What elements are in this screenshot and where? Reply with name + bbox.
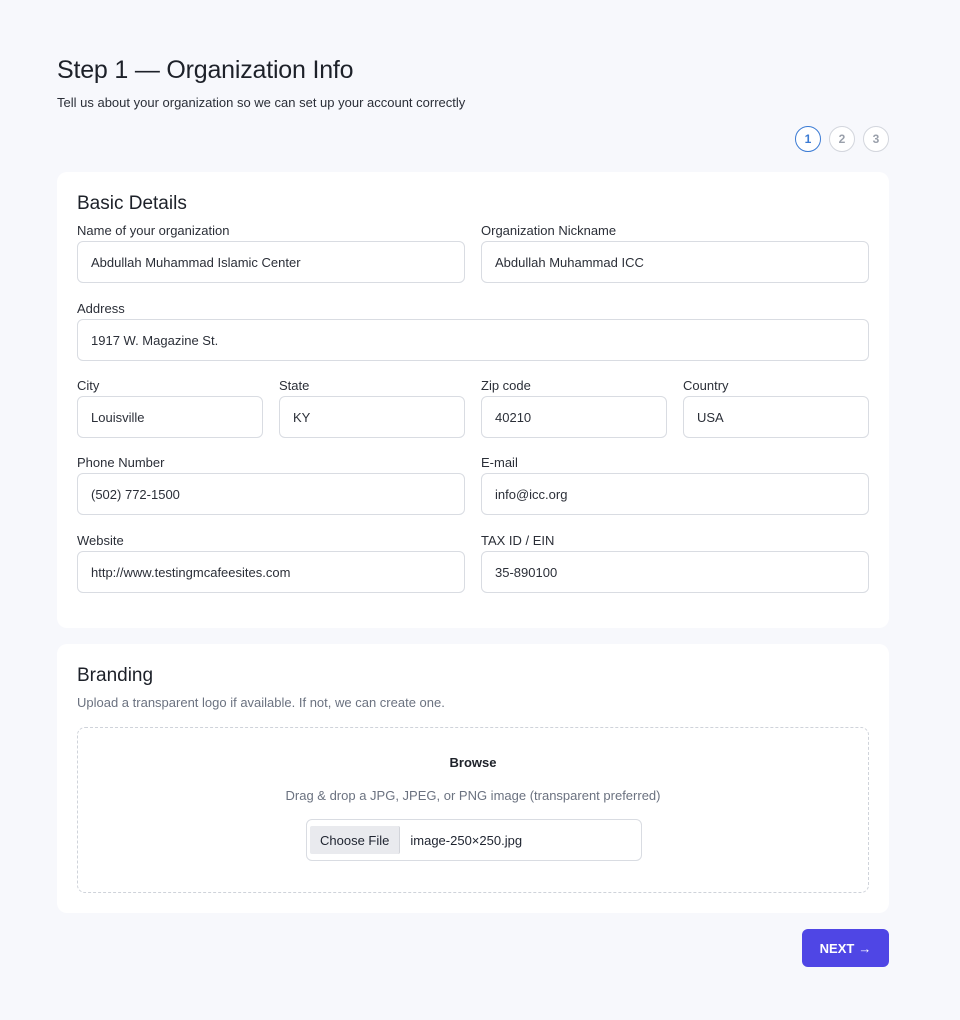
address-field: Address [77,301,869,361]
step-2-indicator[interactable]: 2 [829,126,855,152]
tax-id-label: TAX ID / EIN [481,533,555,548]
city-field: City [77,378,263,438]
org-name-field: Name of your organization [77,223,465,283]
next-button[interactable]: NEXT → [802,929,889,967]
email-label: E-mail [481,455,518,470]
city-label: City [77,378,100,393]
logo-dropzone[interactable]: Browse Drag & drop a JPG, JPEG, or PNG i… [77,727,869,893]
state-label: State [279,378,310,393]
website-label: Website [77,533,124,548]
email-field: E-mail [481,455,869,515]
country-field: Country [683,378,869,438]
branding-description: Upload a transparent logo if available. … [77,695,445,710]
step-1-indicator[interactable]: 1 [795,126,821,152]
drop-hint: Drag & drop a JPG, JPEG, or PNG image (t… [285,788,661,803]
zip-label: Zip code [481,378,531,393]
choose-file-button[interactable]: Choose File [310,826,401,854]
page-title: Step 1 — Organization Info [57,56,354,84]
phone-field: Phone Number [77,455,465,515]
state-input[interactable] [279,396,465,438]
state-field: State [279,378,465,438]
logo-file-input[interactable]: Choose File image-250×250.jpg [306,819,642,861]
address-label: Address [77,301,125,316]
zip-input[interactable] [481,396,667,438]
city-input[interactable] [77,396,263,438]
step-3-indicator[interactable]: 3 [863,126,889,152]
nickname-input[interactable] [481,241,869,283]
branding-card: Branding Upload a transparent logo if av… [57,644,889,913]
tax-id-field: TAX ID / EIN [481,533,869,593]
page: Step 1 — Organization Info Tell us about… [0,0,960,1020]
country-label: Country [683,378,729,393]
org-name-input[interactable] [77,241,465,283]
next-button-label: NEXT [819,940,855,956]
email-input[interactable] [481,473,869,515]
tax-id-input[interactable] [481,551,869,593]
country-input[interactable] [683,396,869,438]
nickname-label: Organization Nickname [481,223,617,238]
website-input[interactable] [77,551,465,593]
page-subtitle: Tell us about your organization so we ca… [57,95,466,110]
nickname-field: Organization Nickname [481,223,869,283]
stepper: 1 2 3 [795,126,889,152]
branding-title: Branding [77,665,154,686]
phone-label: Phone Number [77,455,165,470]
website-field: Website [77,533,465,593]
basic-details-card: Basic Details Name of your organization … [57,172,889,628]
org-name-label: Name of your organization [77,223,230,238]
address-input[interactable] [77,319,869,361]
selected-file-name: image-250×250.jpg [410,832,523,848]
phone-input[interactable] [77,473,465,515]
basic-details-title: Basic Details [77,193,187,214]
browse-label[interactable]: Browse [78,755,868,770]
zip-field: Zip code [481,378,667,438]
arrow-right-icon: → [858,940,872,956]
